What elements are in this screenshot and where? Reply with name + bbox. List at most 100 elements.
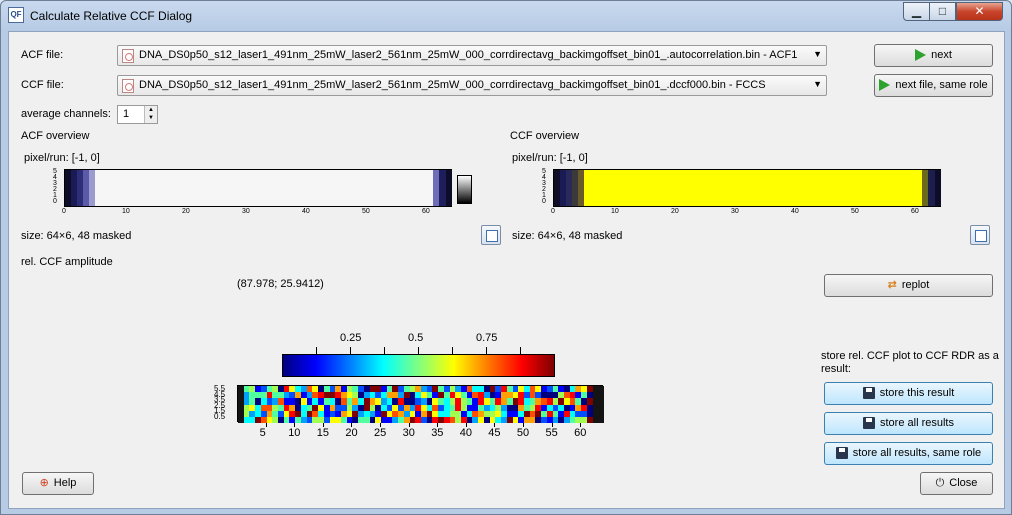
- rel-x-tickmark: [265, 423, 267, 427]
- rel-x-tickmark: [437, 423, 439, 427]
- ccf-overview-image[interactable]: [553, 169, 941, 207]
- acf-x-tick: 60: [422, 208, 430, 215]
- replot-button[interactable]: ⇄ replot: [824, 274, 993, 297]
- rel-x-tick: 55: [545, 427, 558, 439]
- ccf-overview-title: CCF overview: [510, 130, 580, 142]
- ccf-x-tick: 50: [851, 208, 859, 215]
- rel-x-tickmark: [465, 423, 467, 427]
- minimize-button[interactable]: ▁: [903, 2, 930, 21]
- rel-ccf-x-axis: 5 10 15 20 25 30 35 40 45 50 55 60: [237, 423, 603, 441]
- rel-x-tick: 20: [345, 427, 358, 439]
- ccf-y-axis: 543210: [542, 168, 552, 207]
- colorbar-tick: [418, 347, 419, 354]
- save-icon: [862, 387, 875, 400]
- rel-x-tick: 5: [259, 427, 266, 439]
- rel-x-tick: 45: [488, 427, 501, 439]
- store-this-result-button[interactable]: store this result: [824, 382, 993, 405]
- power-icon: ⏻: [935, 477, 945, 490]
- ccf-file-label: CCF file:: [21, 79, 64, 91]
- save-all-icon: [863, 417, 875, 430]
- close-button[interactable]: ⏻ Close: [920, 472, 993, 495]
- acf-overview-title: ACF overview: [21, 130, 90, 142]
- ccf-pixel-run: pixel/run: [-1, 0]: [512, 152, 588, 164]
- acf-overview-image[interactable]: [64, 169, 452, 207]
- chevron-down-icon: ▼: [813, 49, 822, 59]
- masked-column: [935, 170, 941, 206]
- window-close-button[interactable]: ✕: [956, 2, 1003, 21]
- save-all-icon: [835, 447, 848, 460]
- spin-down-icon[interactable]: ▼: [144, 114, 157, 123]
- acf-x-tick: 10: [122, 208, 130, 215]
- ccf-file-combo[interactable]: DNA_DS0p50_s12_laser1_491nm_25mW_laser2_…: [117, 75, 827, 96]
- ccf-x-tick: 30: [731, 208, 739, 215]
- rel-x-tickmark: [294, 423, 296, 427]
- rel-x-tick: 50: [516, 427, 530, 439]
- app-icon: QF: [8, 7, 24, 23]
- dialog-client: ACF file: DNA_DS0p50_s12_laser1_491nm_25…: [8, 31, 1005, 509]
- ccf-size: size: 64×6, 48 masked: [512, 230, 623, 242]
- store-this-result-label: store this result: [879, 387, 955, 399]
- title-bar: QF Calculate Relative CCF Dialog ▁ □ ✕: [1, 1, 1011, 31]
- rel-x-tick: 30: [402, 427, 415, 439]
- rel-x-tick: 15: [316, 427, 330, 439]
- rel-y-tick: 0.5: [214, 412, 226, 421]
- masked-column: [439, 170, 446, 206]
- dialog-window: QF Calculate Relative CCF Dialog ▁ □ ✕ A…: [0, 0, 1012, 515]
- rel-ccf-heatmap[interactable]: [237, 385, 605, 424]
- acf-y-tick: 0: [53, 198, 57, 205]
- next-button[interactable]: next: [874, 44, 993, 67]
- acf-y-axis: 543210: [53, 168, 63, 207]
- ccf-x-tick: 60: [911, 208, 919, 215]
- colorbar-tick-label: 0.5: [408, 332, 424, 344]
- acf-x-tick: 50: [362, 208, 370, 215]
- rel-x-tickmark: [580, 423, 582, 427]
- chevron-down-icon: ▼: [813, 79, 822, 89]
- rel-x-tick: 60: [574, 427, 587, 439]
- ccf-y-tick: 0: [542, 198, 546, 205]
- rel-ccf-colorbar: [282, 354, 555, 377]
- lifebuoy-icon: ⊕: [39, 477, 49, 490]
- acf-x-tick: 40: [302, 208, 310, 215]
- average-channels-spinbox[interactable]: 1 ▲ ▼: [117, 105, 158, 124]
- ccf-x-tick: 40: [791, 208, 799, 215]
- ccf-x-tick: 20: [671, 208, 679, 215]
- acf-x-axis: 0 10 20 30 40 50 60: [62, 208, 452, 218]
- refresh-icon: ⇄: [887, 279, 897, 292]
- acf-x-tick: 20: [182, 208, 190, 215]
- acf-colorbar: [457, 175, 472, 204]
- file-icon: [122, 49, 134, 63]
- rel-x-tickmark: [522, 423, 524, 427]
- help-label: Help: [53, 477, 77, 489]
- colorbar-tick: [384, 347, 385, 354]
- average-channels-value: 1: [123, 108, 130, 120]
- store-label: store rel. CCF plot to CCF RDR as a resu…: [821, 350, 999, 375]
- ccf-file-value: DNA_DS0p50_s12_laser1_491nm_25mW_laser2_…: [139, 79, 766, 91]
- play-icon: [915, 49, 927, 62]
- acf-edit-mask-button[interactable]: [481, 225, 501, 245]
- colorbar-tick-label: 0.75: [476, 332, 498, 344]
- help-button[interactable]: ⊕ Help: [22, 472, 94, 495]
- rel-x-tickmark: [551, 423, 553, 427]
- ccf-edit-mask-button[interactable]: [970, 225, 990, 245]
- rel-x-tickmark: [494, 423, 496, 427]
- colorbar-tick: [520, 347, 521, 354]
- colorbar-tick: [316, 347, 317, 354]
- store-all-same-role-label: store all results, same role: [852, 447, 982, 459]
- acf-file-label: ACF file:: [21, 49, 64, 61]
- maximize-button[interactable]: □: [929, 2, 956, 21]
- rel-x-tickmark: [408, 423, 410, 427]
- store-all-results-same-role-button[interactable]: store all results, same role: [824, 442, 993, 465]
- rel-x-tickmark: [351, 423, 353, 427]
- acf-size: size: 64×6, 48 masked: [21, 230, 132, 242]
- acf-x-tick: 30: [242, 208, 250, 215]
- rel-ccf-coords: (87.978; 25.9412): [237, 278, 324, 290]
- acf-file-combo[interactable]: DNA_DS0p50_s12_laser1_491nm_25mW_laser2_…: [117, 45, 827, 66]
- ccf-x-axis: 0 10 20 30 40 50 60: [551, 208, 941, 218]
- rel-x-tick: 10: [288, 427, 301, 439]
- file-icon: [122, 79, 134, 93]
- store-all-results-button[interactable]: store all results: [824, 412, 993, 435]
- next-file-same-role-button[interactable]: next file, same role: [874, 74, 993, 97]
- next-file-same-role-label: next file, same role: [895, 79, 988, 91]
- colorbar-tick-label: 0.25: [340, 332, 362, 344]
- window-title: Calculate Relative CCF Dialog: [30, 9, 193, 23]
